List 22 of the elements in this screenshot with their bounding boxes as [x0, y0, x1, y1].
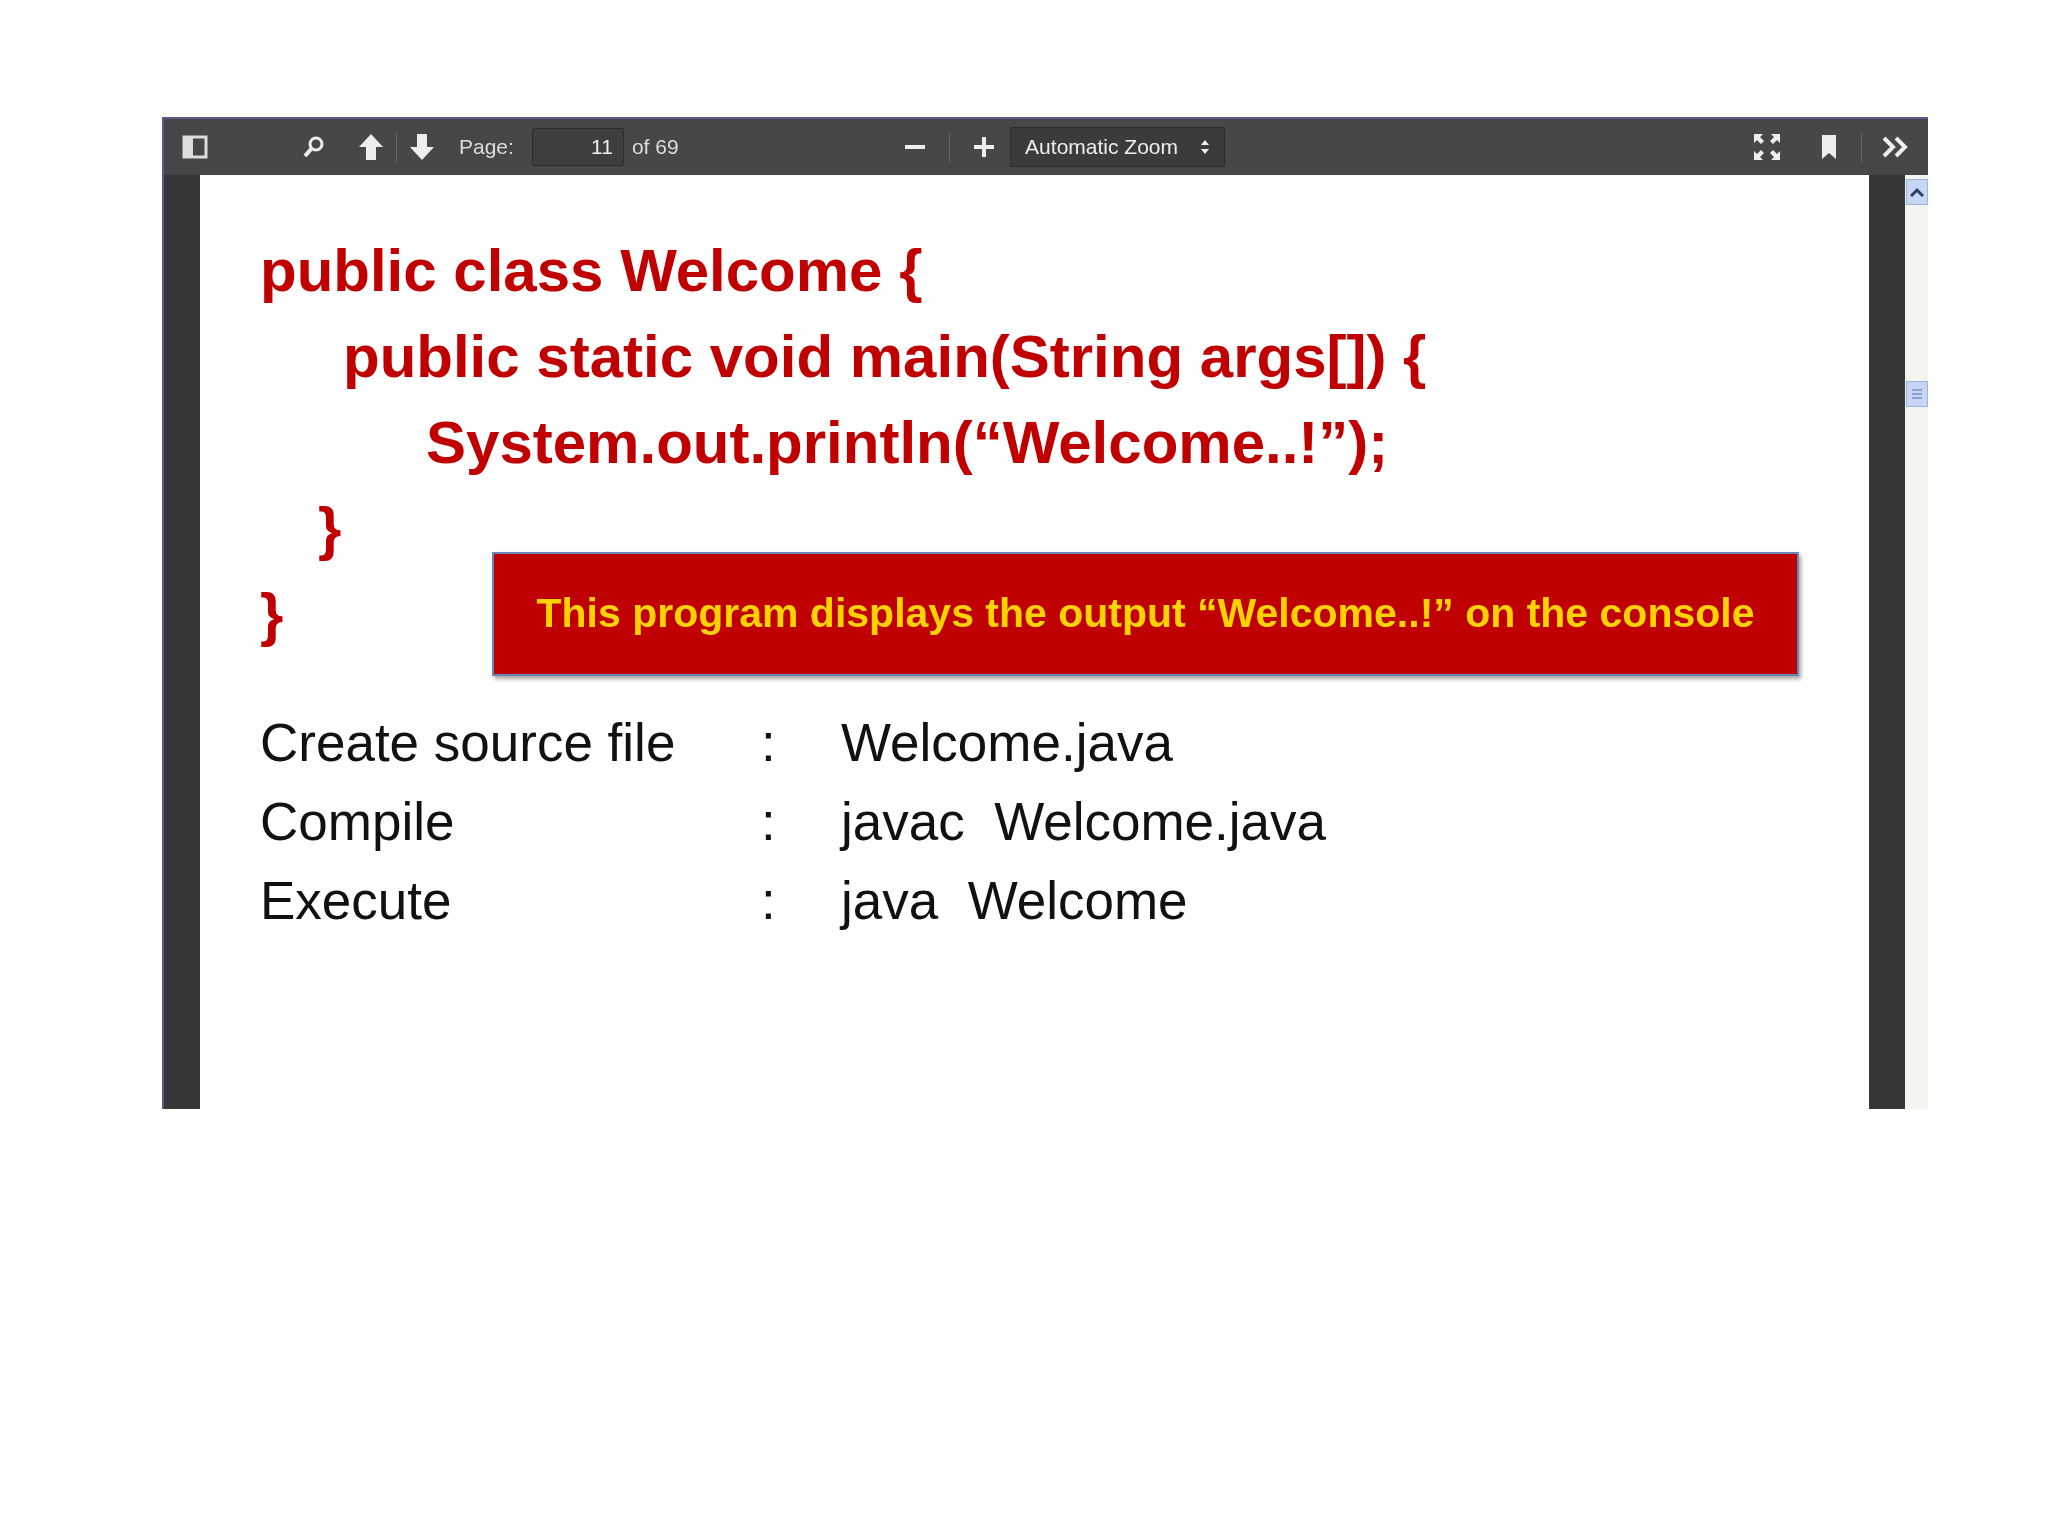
colon-separator: :	[761, 712, 777, 774]
zoom-select[interactable]: Automatic Zoom	[1010, 127, 1225, 167]
colon-separator: :	[761, 870, 777, 932]
page-count: of 69	[631, 134, 679, 161]
code-line: }	[318, 495, 342, 562]
callout-box: This program displays the output “Welcome..!” on the console	[492, 552, 1799, 676]
code-line: System.out.println(“Welcome..!”);	[426, 409, 1389, 476]
step-label: Execute	[260, 870, 453, 932]
colon-separator: :	[761, 791, 777, 853]
code-line: }	[260, 581, 284, 648]
step-command: java Welcome	[841, 870, 1189, 932]
page-label: Page:	[459, 134, 514, 161]
step-command: Welcome.java	[841, 712, 1174, 774]
code-line: public class Welcome {	[260, 237, 923, 304]
page-number-field[interactable]: 11	[531, 128, 624, 166]
step-label: Compile	[260, 791, 456, 853]
up-down-arrows-icon	[1200, 139, 1210, 155]
step-label: Create source file	[260, 712, 677, 774]
scroll-up-icon[interactable]	[1905, 179, 1928, 205]
scrollbar-thumb[interactable]	[1905, 381, 1928, 407]
code-line: public static void main(String args[]) {	[343, 323, 1427, 390]
step-command: javac Welcome.java	[841, 791, 1327, 853]
